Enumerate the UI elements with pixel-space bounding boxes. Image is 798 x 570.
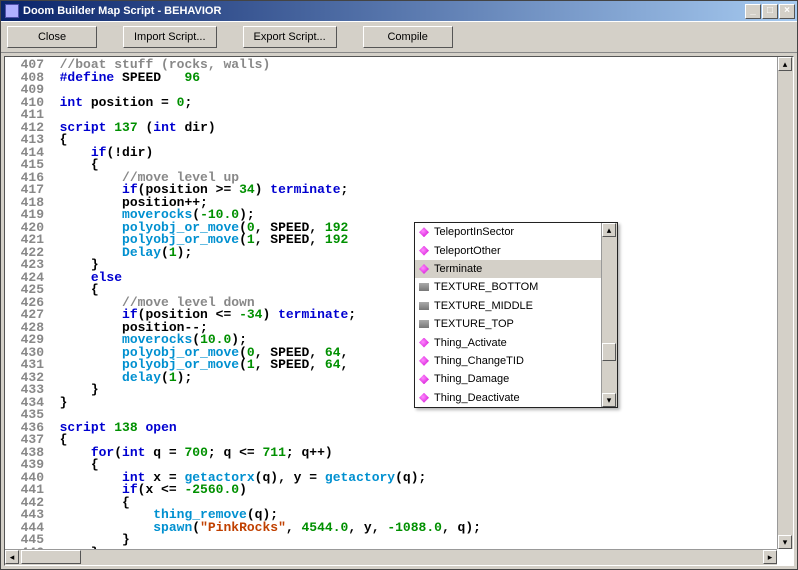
scroll-down-icon[interactable]: ▾ xyxy=(602,393,616,407)
autocomplete-item[interactable]: TEXTURE_TOP xyxy=(415,315,601,333)
constant-icon xyxy=(418,318,430,330)
editor-container: 407 //boat stuff (rocks, walls) 408 #def… xyxy=(4,56,794,566)
close-window-button[interactable]: × xyxy=(779,4,795,19)
toolbar: Close Import Script... Export Script... … xyxy=(1,21,797,53)
horizontal-scrollbar[interactable]: ◂ ▸ xyxy=(5,549,777,565)
constant-icon xyxy=(418,281,430,293)
autocomplete-popup: TeleportInSector TeleportOther Terminate TE… xyxy=(414,222,618,408)
constant-icon xyxy=(418,300,430,312)
function-icon xyxy=(418,245,430,257)
autocomplete-label: TeleportInSector xyxy=(434,226,514,238)
autocomplete-label: Thing_ChangeTID xyxy=(434,355,524,367)
code-text[interactable]: 407 //boat stuff (rocks, walls) 408 #def… xyxy=(5,57,777,549)
scrollbar-thumb[interactable] xyxy=(602,343,616,361)
autocomplete-item[interactable]: TEXTURE_MIDDLE xyxy=(415,297,601,315)
scroll-up-icon[interactable]: ▴ xyxy=(778,57,792,71)
function-icon xyxy=(418,337,430,349)
autocomplete-item[interactable]: Thing_Activate xyxy=(415,333,601,351)
autocomplete-scrollbar[interactable]: ▴ ▾ xyxy=(601,223,617,407)
scroll-up-icon[interactable]: ▴ xyxy=(602,223,616,237)
autocomplete-label: Thing_Deactivate xyxy=(434,392,520,404)
autocomplete-item[interactable]: Thing_Damage xyxy=(415,370,601,388)
close-button[interactable]: Close xyxy=(7,26,97,48)
autocomplete-label: Thing_Activate xyxy=(434,337,507,349)
scroll-left-icon[interactable]: ◂ xyxy=(5,550,19,564)
autocomplete-list: TeleportInSector TeleportOther Terminate TE… xyxy=(415,223,601,407)
app-icon xyxy=(5,4,19,18)
window-title: Doom Builder Map Script - BEHAVIOR xyxy=(23,5,745,17)
autocomplete-label: TEXTURE_TOP xyxy=(434,318,514,330)
autocomplete-item[interactable]: Thing_ChangeTID xyxy=(415,352,601,370)
scroll-right-icon[interactable]: ▸ xyxy=(763,550,777,564)
vertical-scrollbar[interactable]: ▴ ▾ xyxy=(777,57,793,549)
autocomplete-item[interactable]: Terminate xyxy=(415,260,601,278)
code-editor[interactable]: 407 //boat stuff (rocks, walls) 408 #def… xyxy=(5,57,777,549)
autocomplete-label: TEXTURE_MIDDLE xyxy=(434,300,533,312)
compile-button[interactable]: Compile xyxy=(363,26,453,48)
autocomplete-item[interactable]: TeleportOther xyxy=(415,241,601,259)
export-script-button[interactable]: Export Script... xyxy=(243,26,337,48)
autocomplete-item[interactable]: TEXTURE_BOTTOM xyxy=(415,278,601,296)
autocomplete-label: TeleportOther xyxy=(434,245,501,257)
function-icon xyxy=(418,226,430,238)
window-buttons: _ □ × xyxy=(745,4,795,19)
function-icon xyxy=(418,355,430,367)
function-icon xyxy=(418,392,430,404)
function-icon xyxy=(418,263,430,275)
minimize-button[interactable]: _ xyxy=(745,4,761,19)
titlebar: Doom Builder Map Script - BEHAVIOR _ □ × xyxy=(1,1,797,21)
scroll-down-icon[interactable]: ▾ xyxy=(778,535,792,549)
autocomplete-label: TEXTURE_BOTTOM xyxy=(434,281,538,293)
import-script-button[interactable]: Import Script... xyxy=(123,26,217,48)
autocomplete-item[interactable]: TeleportInSector xyxy=(415,223,601,241)
autocomplete-item[interactable]: Thing_Deactivate xyxy=(415,389,601,407)
scrollbar-thumb[interactable] xyxy=(21,550,81,564)
function-icon xyxy=(418,373,430,385)
autocomplete-label: Thing_Damage xyxy=(434,373,509,385)
autocomplete-label: Terminate xyxy=(434,263,482,275)
maximize-button[interactable]: □ xyxy=(762,4,778,19)
app-window: Doom Builder Map Script - BEHAVIOR _ □ ×… xyxy=(0,0,798,570)
